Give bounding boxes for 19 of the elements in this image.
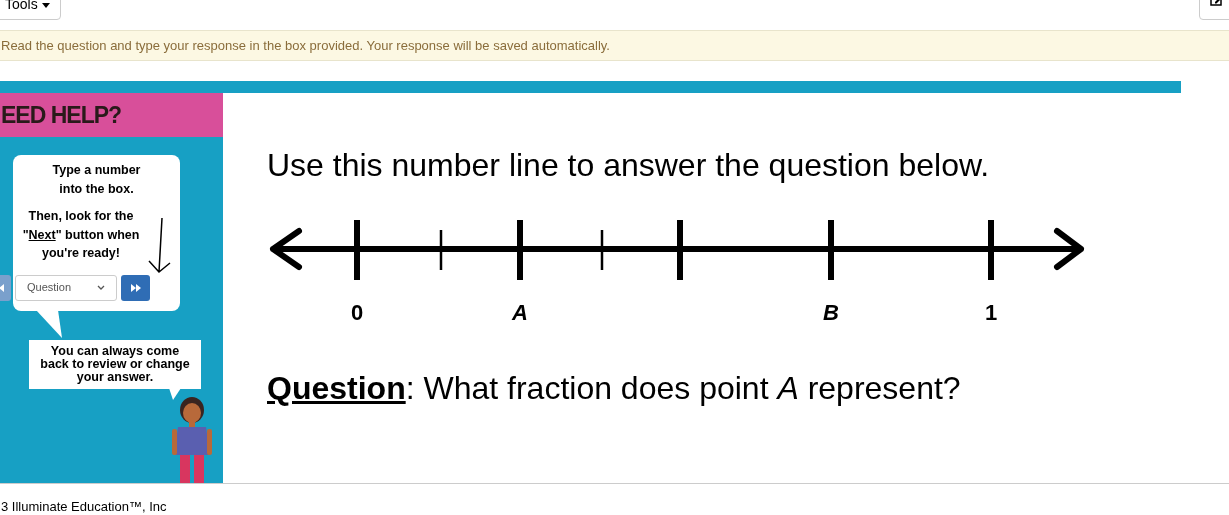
tick-label: A	[512, 299, 528, 327]
question-label: Question	[267, 369, 406, 408]
tick-label: 1	[984, 299, 998, 327]
help-text: Type a number into the box.	[51, 162, 142, 198]
caret-icon	[41, 3, 50, 8]
footer-text: 3 Illuminate Education™, Inc	[0, 499, 167, 514]
help-title: EED HELP?	[0, 93, 223, 137]
tick-label: B	[823, 299, 839, 327]
instruction-banner: Read the question and type your response in the box provided. Your response will be saved automatically.	[0, 30, 1229, 61]
question-select[interactable]: Question	[15, 274, 117, 301]
chevron-icon	[97, 285, 105, 290]
tick-label: 0	[350, 299, 364, 327]
help-text: Then, look for the "Next" button when you're ready!	[21, 208, 141, 262]
prompt-text: Use this number line to answer the question below.	[267, 146, 991, 185]
question-text: : What fraction does point A represent?	[405, 369, 961, 408]
fast-forward-icon	[130, 283, 141, 292]
arrow-icon	[146, 217, 172, 275]
next-button[interactable]	[121, 274, 150, 301]
help-text: You can always come back to review or change your answer.	[39, 344, 191, 384]
